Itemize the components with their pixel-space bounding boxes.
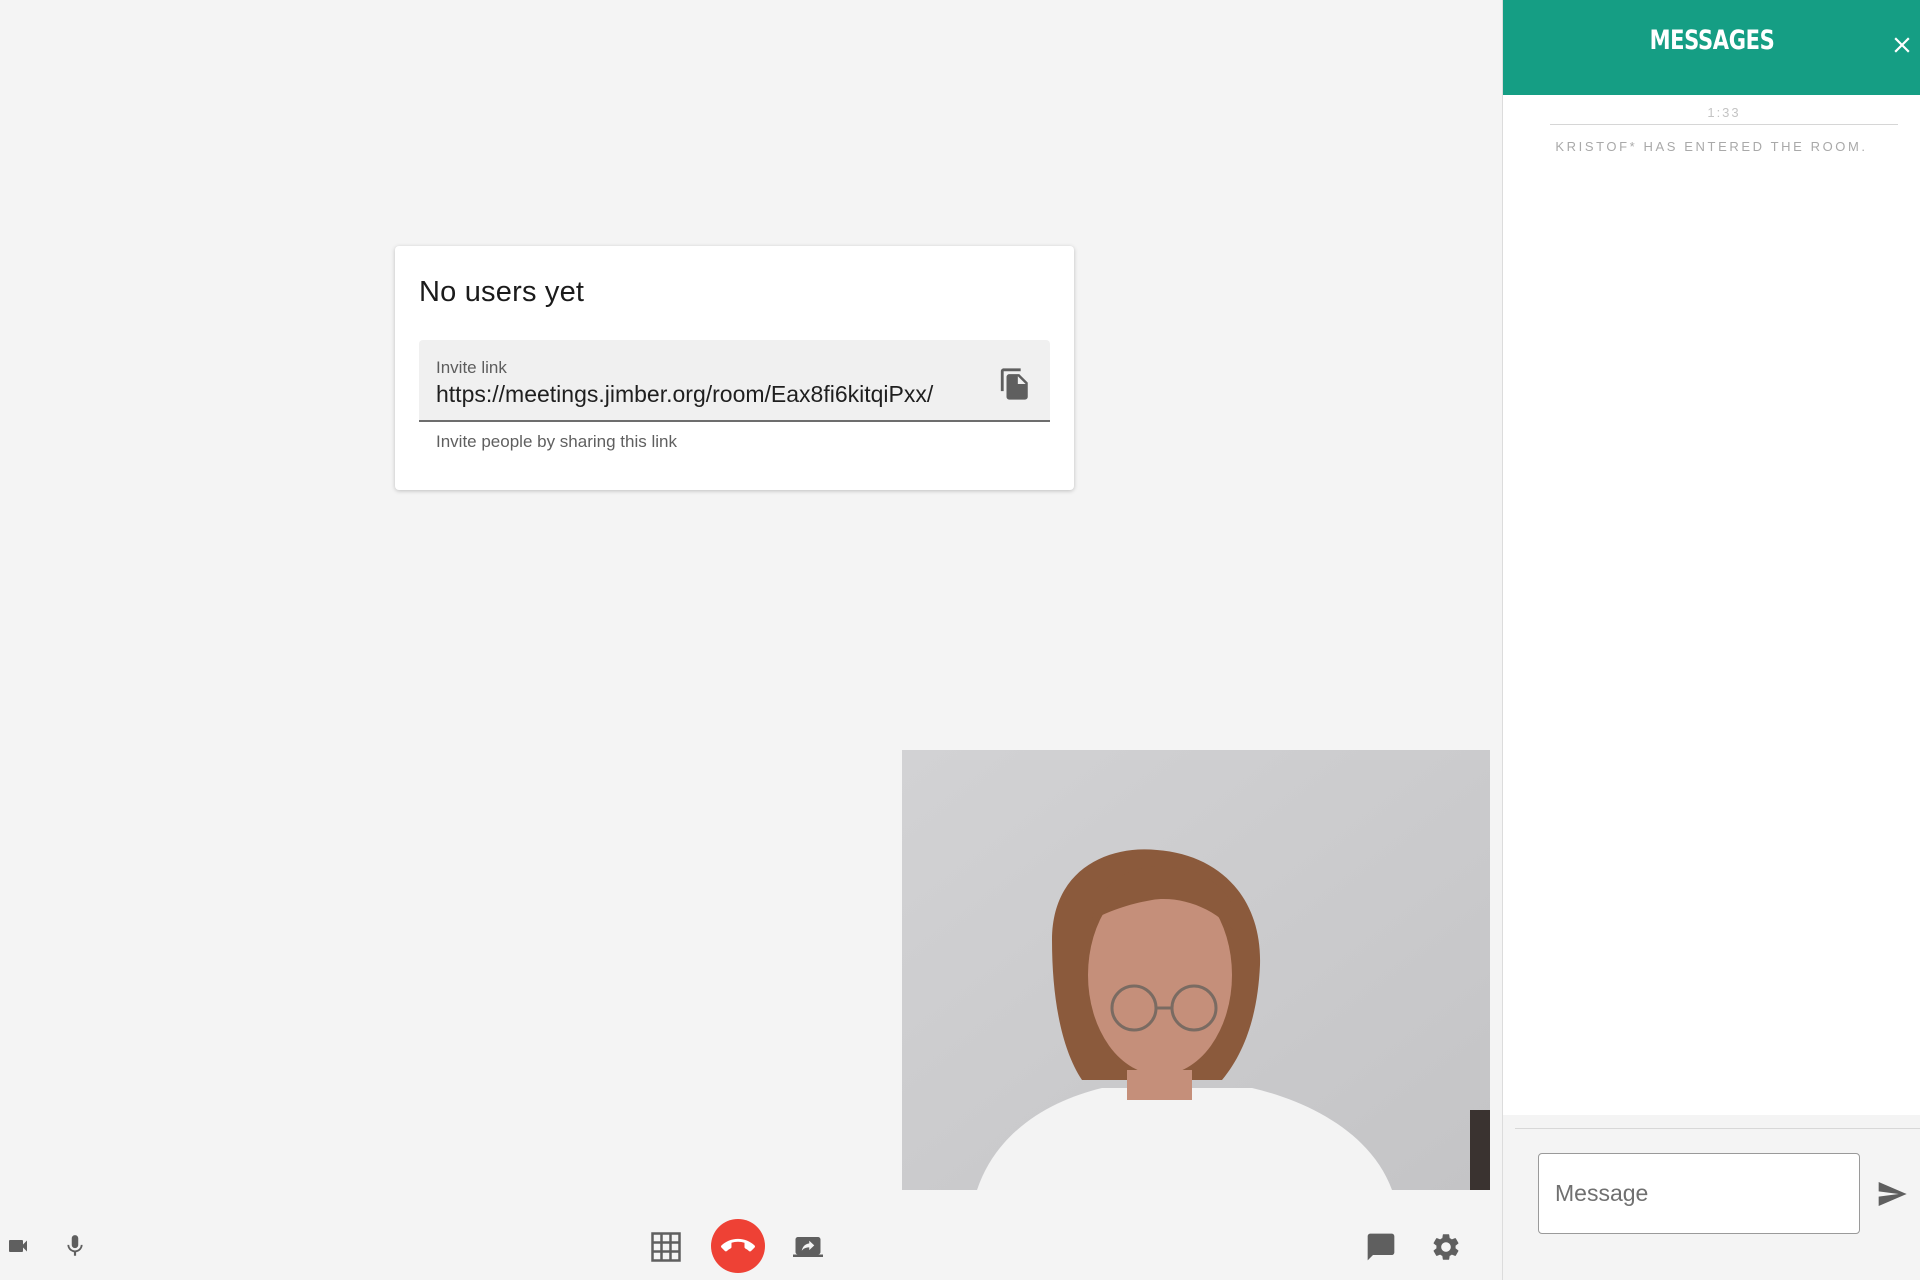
microphone-toggle-button[interactable] [62,1229,88,1263]
invite-title: No users yet [419,276,585,308]
camera-toggle-button[interactable] [2,1231,34,1261]
messages-title: MESSAGES [1649,25,1775,56]
chat-toggle-button[interactable] [1365,1231,1397,1263]
messages-panel: MESSAGES 1:33 KRISTOF* HAS ENTERED THE R… [1502,0,1920,1280]
screen-share-button[interactable] [791,1232,825,1262]
self-video-preview [902,750,1490,1190]
camera-icon [9,1240,27,1252]
close-icon[interactable] [1889,32,1915,58]
screen-share-icon [793,1237,823,1257]
message-input[interactable] [1538,1153,1860,1234]
settings-button[interactable] [1429,1230,1463,1264]
invite-card: No users yet Invite link https://meeting… [395,246,1074,490]
grid-view-button[interactable] [651,1232,681,1262]
hang-up-button[interactable] [711,1219,765,1273]
settings-icon [1433,1234,1459,1260]
system-message: KRISTOF* HAS ENTERED THE ROOM. [1555,139,1868,154]
invite-link-field[interactable]: Invite link https://meetings.jimber.org/… [419,340,1050,422]
send-icon[interactable] [1875,1178,1909,1210]
copy-icon[interactable] [998,366,1032,402]
grid-view-icon [651,1232,681,1262]
meeting-stage: No users yet Invite link https://meeting… [0,0,1502,1280]
invite-link-label: Invite link [436,358,507,377]
microphone-icon [67,1235,83,1256]
messages-header: MESSAGES [1503,0,1920,95]
composer-divider [1515,1128,1920,1129]
message-timestamp: 1:33 [1550,105,1898,125]
hang-up-icon [721,1238,755,1252]
invite-helper-text: Invite people by sharing this link [436,432,677,451]
chat-icon [1367,1233,1395,1261]
invite-link-value[interactable]: https://meetings.jimber.org/room/Eax8fi6… [436,381,933,408]
